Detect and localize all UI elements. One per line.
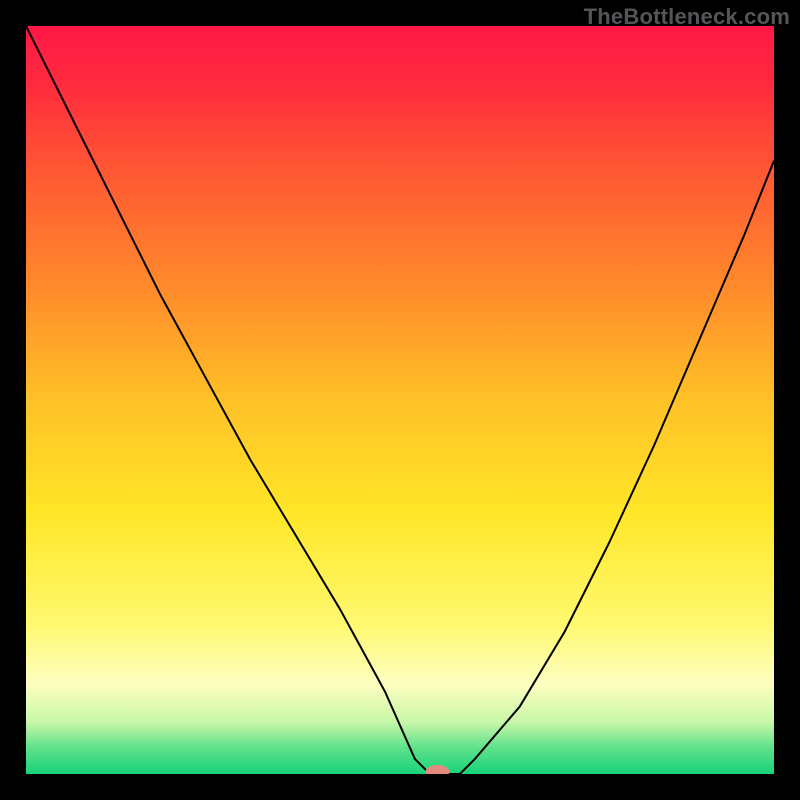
chart-svg xyxy=(26,26,774,774)
watermark-text: TheBottleneck.com xyxy=(584,4,790,30)
gradient-background xyxy=(26,26,774,774)
chart-frame: TheBottleneck.com xyxy=(0,0,800,800)
plot-area xyxy=(26,26,774,774)
